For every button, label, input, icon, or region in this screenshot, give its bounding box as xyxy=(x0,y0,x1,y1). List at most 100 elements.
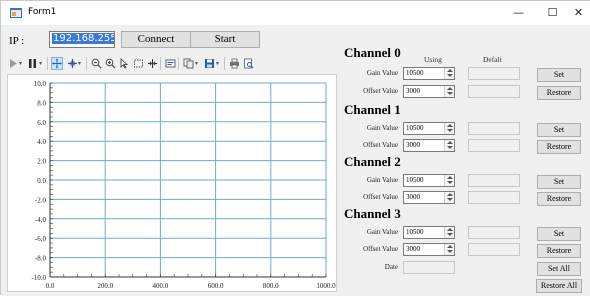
line-chart[interactable]: 10.0 8.0 6.0 4.0 2.0 0.0 -2.0 -4.0 -6.0 -8.0 -10.0… xyxy=(8,75,338,293)
channel-2-gain-input[interactable]: 10500 xyxy=(403,174,455,187)
copy-icon[interactable] xyxy=(182,57,194,70)
channel-3-gain-value: 10500 xyxy=(406,228,424,236)
channel-1-set-button[interactable]: Set xyxy=(537,123,581,137)
channel-2-gain-value: 10500 xyxy=(406,176,424,184)
channel-3-title: Channel 3 xyxy=(344,206,401,221)
play-icon[interactable] xyxy=(7,57,19,70)
y-tick-label: -6.0 xyxy=(35,235,47,243)
x-tick-label: 200.0 xyxy=(97,282,113,290)
y-tick-label: -10.0 xyxy=(31,274,46,282)
zoom-in-icon[interactable] xyxy=(104,57,116,70)
channel-0-offset-input[interactable]: 3000 xyxy=(403,85,455,98)
save-dropdown-icon[interactable]: ▾ xyxy=(216,60,219,67)
channel-3-offset-input[interactable]: 3000 xyxy=(403,243,455,256)
channel-0-restore-button[interactable]: Restore xyxy=(537,86,581,100)
channel-1-title: Channel 1 xyxy=(344,102,401,117)
pause-icon[interactable] xyxy=(26,57,38,70)
y-tick-label: 8.0 xyxy=(37,99,46,107)
y-tick-label: -2.0 xyxy=(35,196,47,204)
y-tick-label: 4.0 xyxy=(37,138,46,146)
channel-0-set-button[interactable]: Set xyxy=(537,68,581,82)
date-field xyxy=(403,261,455,274)
toolbar-separator xyxy=(86,57,87,70)
x-tick-label: 800.0 xyxy=(263,282,279,290)
channel-1-restore-button[interactable]: Restore xyxy=(537,140,581,154)
channel-1-offset-input[interactable]: 3000 xyxy=(403,139,455,152)
channel-2-title: Channel 2 xyxy=(344,154,401,169)
print-preview-icon[interactable] xyxy=(242,57,254,70)
x-tick-label: 600.0 xyxy=(208,282,224,290)
spin-arrows-icon[interactable] xyxy=(444,86,454,97)
zoom-out-icon[interactable] xyxy=(90,57,102,70)
pan-icon[interactable] xyxy=(51,57,63,70)
close-button[interactable]: ✕ xyxy=(561,1,590,25)
channel-1-gain-value: 10500 xyxy=(406,124,424,132)
spin-arrows-icon[interactable] xyxy=(444,227,454,238)
channel-1-offset-value: 3000 xyxy=(406,141,420,149)
pause-dropdown-icon[interactable]: ▾ xyxy=(39,60,42,67)
measure-icon[interactable] xyxy=(146,57,158,70)
spin-arrows-icon[interactable] xyxy=(444,123,454,134)
copy-dropdown-icon[interactable]: ▾ xyxy=(195,60,198,67)
spin-arrows-icon[interactable] xyxy=(444,175,454,186)
using-column-header: Using xyxy=(424,55,442,64)
y-tick-label: 2.0 xyxy=(37,158,46,166)
channel-0-offset-default xyxy=(468,85,520,98)
channel-1-offset-label: Offset Value xyxy=(363,141,398,149)
main-window: Form1 — ☐ ✕ IP : 192.168.255.1 Connect S… xyxy=(0,0,590,296)
ip-label: IP : xyxy=(9,35,25,47)
minimize-button[interactable]: — xyxy=(501,1,536,25)
toolbar-separator xyxy=(224,57,225,70)
chart-panel[interactable]: 10.0 8.0 6.0 4.0 2.0 0.0 -2.0 -4.0 -6.0 -8.0 -10.0… xyxy=(7,74,337,292)
play-dropdown-icon[interactable]: ▾ xyxy=(19,60,22,67)
date-label: Date xyxy=(384,263,398,271)
channel-3-offset-default xyxy=(468,243,520,256)
x-tick-label: 0.0 xyxy=(46,282,55,290)
channel-3-gain-input[interactable]: 10500 xyxy=(403,226,455,239)
save-icon[interactable] xyxy=(203,57,215,70)
ip-address-value: 192.168.255.1 xyxy=(52,33,114,44)
spin-arrows-icon[interactable] xyxy=(444,192,454,203)
spin-arrows-icon[interactable] xyxy=(444,68,454,79)
channel-0-gain-label: Gain Value xyxy=(366,69,398,77)
zoom-axis-icon[interactable] xyxy=(66,57,78,70)
print-icon[interactable] xyxy=(228,57,240,70)
channel-2-gain-default xyxy=(468,174,520,187)
channel-3-offset-value: 3000 xyxy=(406,245,420,253)
select-pointer-icon[interactable] xyxy=(118,57,130,70)
channel-2-offset-default xyxy=(468,191,520,204)
set-all-button[interactable]: Set All xyxy=(537,262,581,276)
channel-2-offset-label: Offset Value xyxy=(363,193,398,201)
channel-0-gain-input[interactable]: 10500 xyxy=(403,67,455,80)
spin-arrows-icon[interactable] xyxy=(444,140,454,151)
y-tick-label: -8.0 xyxy=(35,255,47,263)
start-button[interactable]: Start xyxy=(190,31,260,48)
connect-button[interactable]: Connect xyxy=(121,31,191,48)
channel-2-offset-input[interactable]: 3000 xyxy=(403,191,455,204)
spin-arrows-icon[interactable] xyxy=(444,244,454,255)
zoom-rectangle-icon[interactable] xyxy=(132,57,144,70)
x-tick-label: 400.0 xyxy=(153,282,169,290)
channel-0-title: Channel 0 xyxy=(344,45,401,60)
channel-2-set-button[interactable]: Set xyxy=(537,175,581,189)
channel-2-restore-button[interactable]: Restore xyxy=(537,192,581,206)
ip-address-input[interactable]: 192.168.255.1 xyxy=(49,31,115,48)
app-icon xyxy=(10,8,22,18)
window-title: Form1 xyxy=(28,7,57,17)
channel-3-gain-default xyxy=(468,226,520,239)
client-area: IP : 192.168.255.1 Connect Start ▾ ▾ ▾ xyxy=(1,25,590,296)
restore-all-button[interactable]: Restore All xyxy=(536,279,582,293)
properties-icon[interactable] xyxy=(164,57,176,70)
channel-3-set-button[interactable]: Set xyxy=(537,227,581,241)
channel-3-offset-label: Offset Value xyxy=(363,245,398,253)
title-bar: Form1 — ☐ ✕ xyxy=(1,1,590,25)
channel-3-restore-button[interactable]: Restore xyxy=(537,244,581,258)
channel-0-offset-value: 3000 xyxy=(406,87,420,95)
channel-3-gain-label: Gain Value xyxy=(366,228,398,236)
channel-1-offset-default xyxy=(468,139,520,152)
zoom-axis-dropdown-icon[interactable]: ▾ xyxy=(78,60,81,67)
y-tick-label: 10.0 xyxy=(34,80,47,88)
x-tick-label: 1000.0 xyxy=(316,282,336,290)
default-column-header: Defalt xyxy=(483,55,502,64)
channel-1-gain-input[interactable]: 10500 xyxy=(403,122,455,135)
